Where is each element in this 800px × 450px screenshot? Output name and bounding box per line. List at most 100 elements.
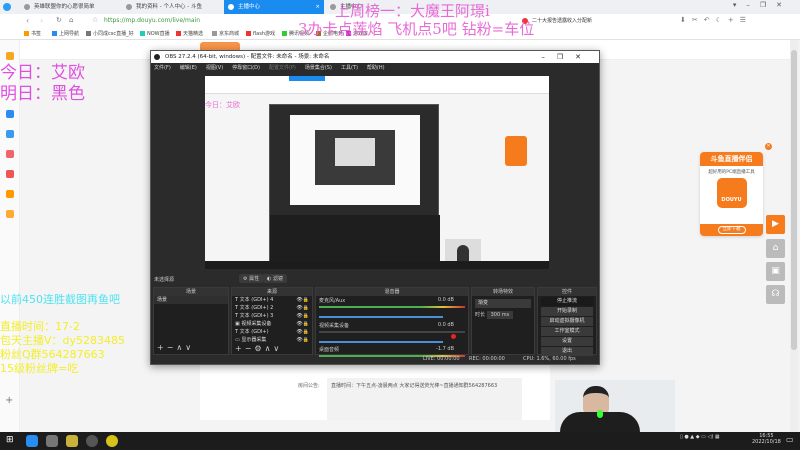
source-label: 视频采集设备 — [241, 321, 272, 327]
mute-icon[interactable] — [451, 334, 456, 339]
source-item[interactable]: T 文本 (GDI+) 2 👁🔒 — [232, 304, 312, 312]
browser-taskbar-icon[interactable] — [26, 435, 38, 447]
close-tab-icon[interactable]: × — [315, 0, 320, 14]
scenes-header: 场景 — [154, 288, 228, 296]
sidebar-icon[interactable] — [6, 210, 14, 218]
filters-button[interactable]: ◐ 滤镜 — [263, 274, 287, 283]
source-item[interactable]: T 文本 (GDI+) 4 👁🔒 — [232, 296, 312, 304]
sidebar-icon[interactable] — [6, 170, 14, 178]
channel-db: -1.7 dB — [436, 346, 454, 352]
bookmark-item[interactable]: 京东商城 — [212, 30, 239, 37]
stop-streaming-button[interactable]: 停止推流 — [541, 297, 593, 306]
star-icon[interactable]: ☆ — [92, 16, 98, 24]
start-icon[interactable]: ⊞ — [6, 435, 14, 445]
bookmark-item[interactable]: NOW直播 — [140, 30, 170, 37]
source-item[interactable]: ▭ 显示器采集 👁🔒 — [232, 336, 312, 344]
back-icon[interactable]: ‹ — [26, 16, 29, 25]
start-recording-button[interactable]: 开始录制 — [541, 307, 593, 316]
source-label: 文本 (GDI+) 3 — [239, 313, 274, 319]
sidebar-icon[interactable] — [6, 190, 14, 198]
bookmark-item[interactable]: 书签 — [24, 30, 41, 37]
virtual-camera-button[interactable]: 启动虚拟摄像机 — [541, 317, 593, 326]
obs-menu-bar: 文件(F) 编辑(E) 视图(V) 停靠窗口(D) 配置文件(P) 场景集合(S) 工具(T… — [151, 63, 599, 74]
menu-view[interactable]: 视图(V) — [206, 65, 223, 71]
tab-lol[interactable]: 英雄联盟你的心愿很简单 — [20, 0, 120, 14]
menu-scene-collection[interactable]: 场景集合(S) — [305, 65, 332, 71]
bookmark-item[interactable]: 小同成csc直播_好 — [86, 30, 134, 37]
sidebar-icon[interactable] — [6, 130, 14, 138]
home-icon[interactable]: ⌂ — [69, 16, 73, 24]
overlay-tomorrow: 明日：黑色 — [0, 84, 85, 104]
douyu-ad[interactable]: 斗鱼直播伴侣 超好用的PC端直播工具 DOUYU 立即下载 — [700, 152, 763, 236]
source-item[interactable]: ▣ 视频采集设备 👁🔒 — [232, 320, 312, 328]
bookmark-label: 天猫精选 — [183, 31, 204, 37]
source-controls[interactable]: +−⚙∧∨ — [235, 344, 282, 353]
bookmark-label: 京东商城 — [219, 31, 240, 37]
live-play-icon[interactable]: ▶ — [766, 215, 785, 234]
tab-profile[interactable]: 我的资料 - 个人中心 - 斗鱼 — [122, 0, 222, 14]
obs-taskbar-icon[interactable] — [86, 435, 98, 447]
scene-controls[interactable]: +−∧∨ — [157, 343, 194, 352]
studio-mode-button[interactable]: 工作室模式 — [541, 327, 593, 336]
webcam-feed — [555, 380, 675, 432]
source-item[interactable]: T 文本 (GDI+) 👁🔒 — [232, 328, 312, 336]
menu-profile[interactable]: 配置文件(P) — [269, 65, 296, 71]
bookmark-item[interactable]: flash游戏 — [246, 30, 275, 37]
duration-label: 时长 — [475, 312, 486, 318]
controls-header: 控件 — [538, 288, 596, 296]
notification-icon[interactable]: ▭ — [786, 435, 794, 444]
tab-streamer-center[interactable]: 主播中心 × — [224, 0, 324, 14]
forward-icon[interactable]: › — [40, 16, 43, 25]
properties-button[interactable]: ⚙ 属性 — [239, 274, 264, 283]
scene-item[interactable]: 场景 — [154, 296, 228, 304]
source-label: 文本 (GDI+) 4 — [239, 297, 274, 303]
menu-help[interactable]: 帮助(H) — [367, 65, 385, 71]
url-field[interactable]: https://mp.douyu.com/live/main — [104, 17, 200, 24]
close-ad-icon[interactable]: × — [765, 143, 772, 150]
volume-slider[interactable] — [319, 316, 443, 318]
preview-ad — [505, 136, 527, 166]
obs-preview[interactable]: 今日：艾欧 — [205, 76, 549, 269]
tray-icons[interactable]: ▯ ● ▲ ◆ ▭ ◁) ▦ — [680, 434, 720, 440]
home-side-icon[interactable]: ⌂ — [766, 239, 785, 258]
mixer-channel: 麦克风/Aux 0.0 dB — [316, 296, 468, 321]
taskbar-icon[interactable] — [106, 435, 118, 447]
reload-icon[interactable]: ↻ — [56, 16, 62, 24]
preview-nested-obs — [269, 104, 440, 269]
tab-label: 英雄联盟你的心愿很简单 — [34, 4, 95, 10]
preview-browser-bar — [205, 76, 549, 94]
announcement-label: 房间公告: — [298, 383, 320, 389]
clock[interactable]: 16:55 2022/10/18 — [752, 433, 781, 445]
obs-window-controls[interactable]: –❐✕ — [541, 51, 593, 63]
transition-select[interactable]: 渐变 — [475, 299, 531, 308]
download-button[interactable]: 立即下载 — [717, 226, 746, 234]
app-side-icon[interactable]: ▣ — [766, 262, 785, 281]
menu-file[interactable]: 文件(F) — [154, 65, 171, 71]
search-box[interactable]: 二十大报告透露收入分配新 — [520, 16, 670, 26]
page-scrollbar[interactable] — [790, 40, 798, 432]
bookmark-item[interactable]: 上网导航 — [52, 30, 79, 37]
clock-date: 2022/10/18 — [752, 439, 781, 445]
bookmark-item[interactable]: 天猫精选 — [176, 30, 203, 37]
menu-docks[interactable]: 停靠窗口(D) — [232, 65, 260, 71]
menu-tools[interactable]: 工具(T) — [341, 65, 358, 71]
settings-button[interactable]: 设置 — [541, 337, 593, 346]
headset-icon[interactable]: ☊ — [766, 285, 785, 304]
source-item[interactable]: T 文本 (GDI+) 3 👁🔒 — [232, 312, 312, 320]
duration-input[interactable]: 300 ms — [486, 311, 514, 319]
add-icon[interactable]: + — [5, 395, 13, 406]
scenes-dock: 场景 场景 +−∧∨ — [153, 287, 229, 355]
douyu-app-icon: DOUYU — [716, 178, 747, 208]
taskbar-icon[interactable] — [66, 435, 78, 447]
filters-label: 滤镜 — [272, 276, 283, 282]
sidebar-icon[interactable] — [6, 150, 14, 158]
taskbar-icon[interactable] — [46, 435, 58, 447]
volume-slider[interactable] — [319, 341, 443, 343]
mixer-header: 混音器 — [316, 288, 468, 296]
overlay-cyan-text: 以前450连胜截图再鱼吧 — [0, 293, 120, 306]
window-controls[interactable]: ▾–❐✕ — [733, 1, 792, 9]
bookmark-label: 书签 — [31, 31, 42, 37]
toolbar-icons[interactable]: ⬇✂↶☾+☰ — [680, 16, 752, 24]
sidebar-icon[interactable] — [6, 110, 14, 118]
menu-edit[interactable]: 编辑(E) — [180, 65, 197, 71]
